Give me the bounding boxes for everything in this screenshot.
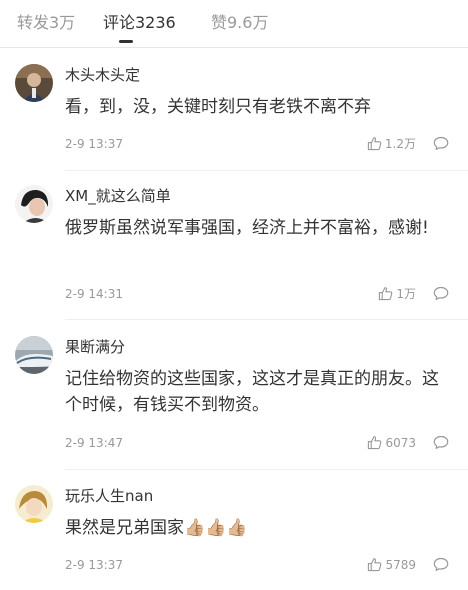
like-count: 6073 — [385, 436, 416, 450]
reply-icon[interactable] — [433, 136, 449, 151]
comment-time: 2-9 13:47 — [65, 436, 123, 450]
like-button[interactable]: 1万 — [378, 286, 416, 302]
divider — [65, 469, 468, 470]
avatar[interactable] — [15, 185, 53, 223]
username[interactable]: 果断满分 — [65, 336, 125, 358]
thumbs-up-icon — [368, 436, 382, 450]
username[interactable]: XM_就这么简单 — [65, 185, 171, 207]
comment-text: 俄罗斯虽然说军事强国，经济上并不富裕，感谢! — [65, 218, 429, 238]
avatar[interactable] — [15, 485, 53, 523]
username[interactable]: 木头木头定 — [65, 64, 140, 86]
username[interactable]: 玩乐人生nan — [65, 485, 153, 507]
tab-repost[interactable]: 转发3万 — [17, 12, 75, 34]
active-tab-indicator — [119, 40, 133, 43]
like-count: 1.2万 — [384, 137, 416, 151]
thumbs-up-icon — [379, 287, 393, 301]
like-button[interactable]: 6073 — [367, 435, 416, 451]
avatar[interactable] — [15, 64, 53, 102]
comment-time: 2-9 13:37 — [65, 137, 123, 151]
reply-icon[interactable] — [433, 286, 449, 301]
comment-time: 2-9 13:37 — [65, 558, 123, 572]
like-count: 5789 — [385, 558, 416, 572]
tab-likes[interactable]: 赞9.6万 — [211, 12, 268, 34]
like-count: 1万 — [396, 287, 416, 301]
divider — [65, 319, 468, 320]
like-button[interactable]: 5789 — [367, 557, 416, 573]
comment-tabs: 转发3万 评论3236 赞9.6万 — [0, 0, 468, 48]
like-button[interactable]: 1.2万 — [367, 136, 416, 152]
reply-icon[interactable] — [433, 557, 449, 572]
avatar[interactable] — [15, 336, 53, 374]
comment-text: 看，到，没，关键时刻只有老铁不离不弃 — [65, 97, 371, 117]
reply-icon[interactable] — [433, 435, 449, 450]
tab-comments[interactable]: 评论3236 — [103, 12, 176, 34]
divider — [65, 170, 468, 171]
thumbs-up-icon — [367, 137, 382, 151]
comment-text: 果然是兄弟国家👍🏼👍🏼👍🏼 — [65, 518, 248, 538]
comment-time: 2-9 14:31 — [65, 287, 123, 301]
comment-text: 记住给物资的这些国家，这这才是真正的朋友。这个时候，有钱买不到物资。 — [65, 369, 439, 415]
thumbs-up-icon — [368, 558, 382, 572]
